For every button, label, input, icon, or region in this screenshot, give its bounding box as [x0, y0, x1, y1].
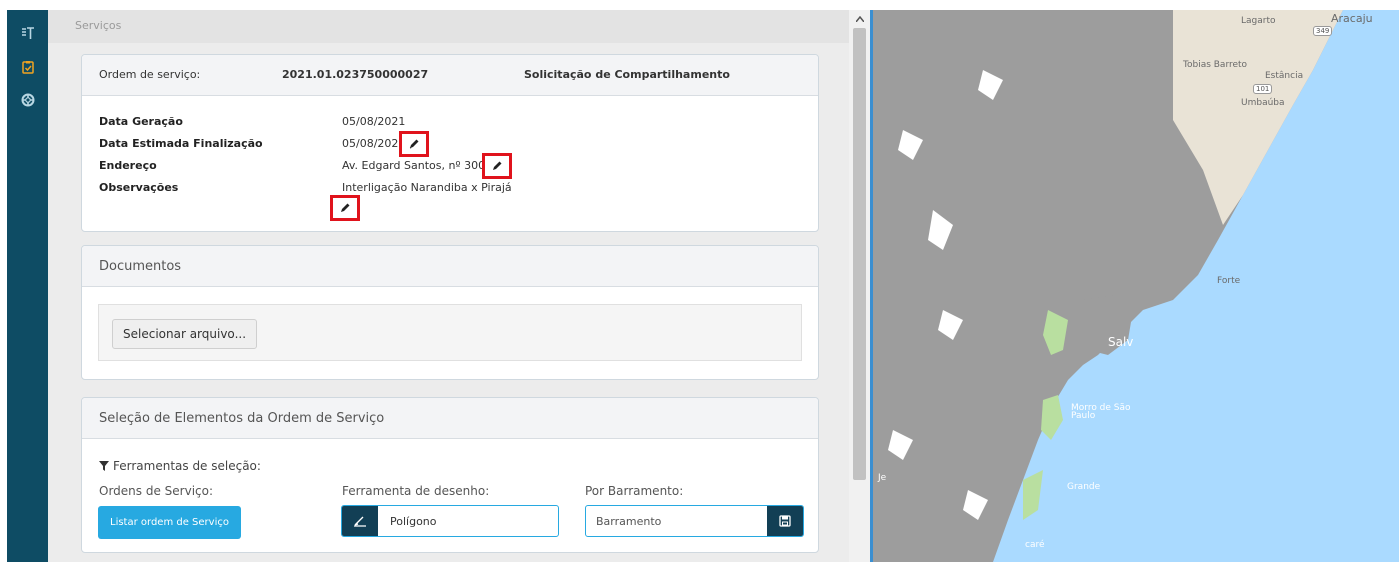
pencil-icon [409, 139, 419, 149]
map-label-salvador: Salv [1108, 335, 1134, 349]
selection-panel-header: Seleção de Elementos da Ordem de Serviço [82, 398, 818, 439]
order-panel-header: Ordem de serviço: 2021.01.023750000027 S… [82, 55, 818, 96]
app-root: Serviços Ordem de serviço: 2021.01.02375… [0, 0, 1399, 562]
map-view[interactable]: Lagarto Aracaju 349 Tobias Barreto Estân… [873, 10, 1399, 562]
draw-tool-select[interactable]: Polígono [378, 506, 558, 536]
draw-tool-button[interactable] [342, 506, 378, 536]
order-label: Ordem de serviço: [99, 68, 201, 81]
main-scrollbar[interactable] [849, 10, 870, 562]
upload-area: Selecionar arquivo... [98, 304, 802, 361]
bus-label: Por Barramento: [585, 484, 684, 498]
top-strip [0, 0, 1399, 10]
road-shield-349: 349 [1313, 26, 1333, 36]
scroll-up-button[interactable] [849, 10, 870, 28]
map-label-je: Je [878, 473, 887, 483]
map-label-estancia: Estância [1265, 71, 1304, 81]
date-generated-value: 05/08/2021 [342, 115, 406, 128]
map-label-umbauba: Umbaúba [1241, 98, 1285, 108]
bus-group: Barramento [585, 505, 804, 537]
breadcrumb[interactable]: Serviços [75, 19, 121, 32]
pencil-icon [493, 161, 502, 170]
notes-label: Observações [99, 181, 179, 194]
map-label-forte: Forte [1217, 276, 1241, 286]
edit-date-button[interactable] [399, 131, 429, 157]
order-type: Solicitação de Compartilhamento [524, 68, 730, 81]
notes-value: Interligação Narandiba x Pirajá [342, 181, 512, 194]
draw-tool-group: Polígono [341, 505, 559, 537]
order-number: 2021.01.023750000027 [282, 68, 429, 81]
order-panel: Ordem de serviço: 2021.01.023750000027 S… [81, 54, 819, 232]
road-shield-101: 101 [1253, 84, 1273, 94]
lifebuoy-icon[interactable] [7, 89, 48, 111]
date-estimated-value: 05/08/2021 [342, 137, 406, 150]
breadcrumb-bar: Serviços [48, 10, 849, 43]
scroll-thumb[interactable] [853, 28, 866, 480]
map-canvas [873, 10, 1343, 562]
list-orders-button[interactable]: Listar ordem de Serviço [98, 506, 241, 539]
map-label-morro: Morro de São Paulo [1071, 403, 1131, 421]
text-tool-icon[interactable] [7, 22, 48, 44]
documents-title: Documentos [99, 259, 182, 274]
map-label-aracaju: Aracaju [1331, 12, 1373, 25]
chevron-up-icon [855, 16, 864, 22]
tools-title: Ferramentas de seleção: [99, 459, 261, 473]
bus-input[interactable]: Barramento [586, 506, 767, 536]
map-label-lagarto: Lagarto [1241, 16, 1276, 26]
edit-notes-button[interactable] [330, 195, 360, 221]
documents-panel-header: Documentos [82, 246, 818, 287]
filter-icon [99, 461, 109, 471]
clipboard-check-icon[interactable] [7, 56, 48, 78]
address-value: Av. Edgard Santos, nº 300 [342, 159, 486, 172]
map-label-care: caré [1025, 540, 1045, 550]
documents-panel: Documentos Selecionar arquivo... [81, 245, 819, 380]
selection-panel: Seleção de Elementos da Ordem de Serviço… [81, 397, 819, 553]
sidebar [7, 10, 48, 562]
main-content: Serviços Ordem de serviço: 2021.01.02375… [48, 10, 849, 562]
save-icon [779, 515, 791, 527]
tools-title-label: Ferramentas de seleção: [113, 459, 261, 473]
selection-title: Seleção de Elementos da Ordem de Serviço [99, 411, 385, 426]
address-label: Endereço [99, 159, 157, 172]
bus-save-button[interactable] [767, 506, 803, 536]
orders-label: Ordens de Serviço: [99, 484, 214, 498]
select-file-button[interactable]: Selecionar arquivo... [112, 319, 258, 349]
date-generated-label: Data Geração [99, 115, 183, 128]
pencil-icon [341, 203, 350, 212]
draw-tool-label: Ferramenta de desenho: [342, 484, 490, 498]
edit-address-button[interactable] [482, 153, 512, 179]
map-label-grande: Grande [1067, 482, 1101, 492]
date-estimated-label: Data Estimada Finalização [99, 137, 263, 150]
map-label-tobias-barreto: Tobias Barreto [1183, 60, 1248, 70]
draw-pen-icon [354, 516, 366, 527]
